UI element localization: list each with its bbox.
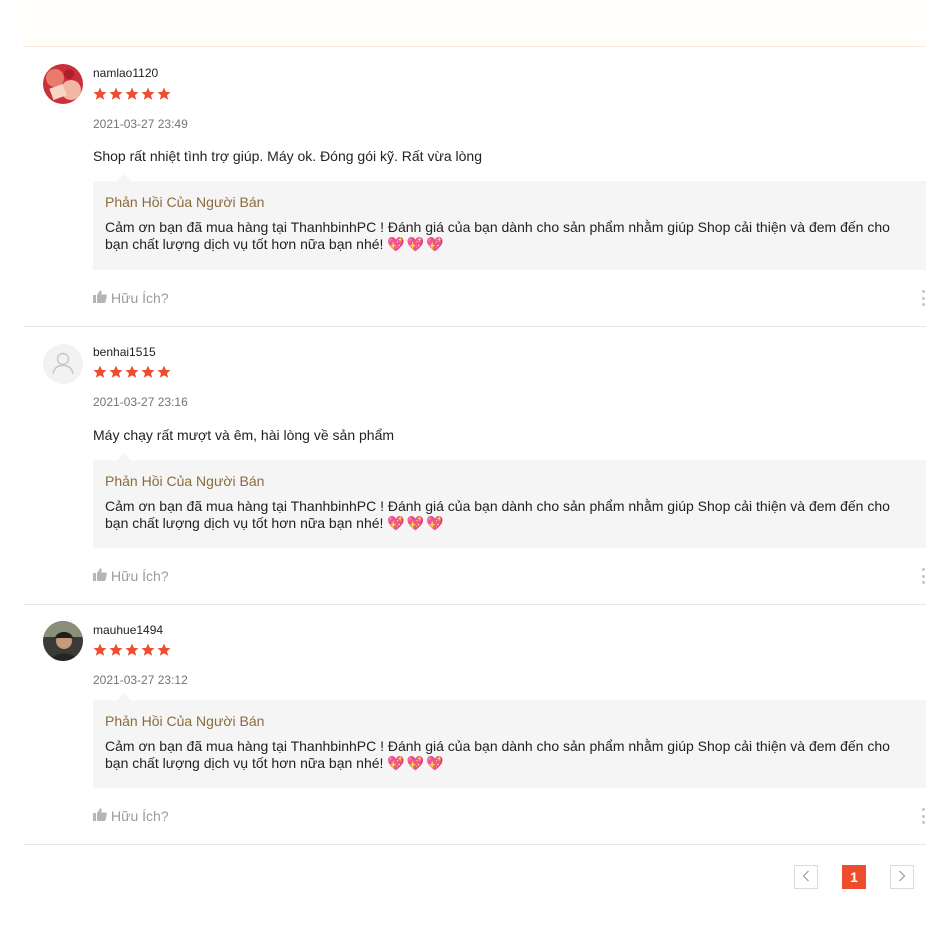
helpful-label: Hữu Ích? xyxy=(111,290,169,306)
seller-reply-title: Phản Hồi Của Người Bán xyxy=(105,473,265,489)
star-icon xyxy=(93,643,107,657)
pagination-next-button[interactable] xyxy=(890,865,914,889)
pagination-prev-button[interactable] xyxy=(794,865,818,889)
thumbs-up-icon xyxy=(93,290,107,306)
star-rating xyxy=(93,87,171,101)
heart-icon: 💖💖💖 xyxy=(387,236,446,252)
helpful-label: Hữu Ích? xyxy=(111,808,169,824)
more-options-icon[interactable] xyxy=(920,290,926,306)
seller-reply-body: Cảm ơn bạn đã mua hàng tại ThanhbinhPC !… xyxy=(105,498,890,531)
more-options-icon[interactable] xyxy=(920,568,926,584)
seller-reply-body: Cảm ơn bạn đã mua hàng tại ThanhbinhPC !… xyxy=(105,219,890,252)
helpful-label: Hữu Ích? xyxy=(111,568,169,584)
username[interactable]: mauhue1494 xyxy=(93,623,163,637)
review-timestamp: 2021-03-27 23:16 xyxy=(93,395,188,409)
thumbs-up-icon xyxy=(93,808,107,824)
review-comment: Shop rất nhiệt tình trợ giúp. Máy ok. Đó… xyxy=(93,148,482,164)
star-rating xyxy=(93,365,171,379)
seller-reply-text: Cảm ơn bạn đã mua hàng tại ThanhbinhPC !… xyxy=(105,738,914,772)
star-icon xyxy=(157,643,171,657)
previous-review-bottom-edge xyxy=(23,0,926,47)
seller-reply: Phản Hồi Của Người Bán Cảm ơn bạn đã mua… xyxy=(93,693,926,788)
star-icon xyxy=(109,365,123,379)
review-item: benhai1515 2021-03-27 23:16 Máy chạy rất… xyxy=(23,326,926,605)
star-icon xyxy=(93,365,107,379)
chevron-right-icon xyxy=(898,869,906,885)
review-item: mauhue1494 2021-03-27 23:12 Phản Hồi Của… xyxy=(23,604,926,845)
review-timestamp: 2021-03-27 23:49 xyxy=(93,117,188,131)
seller-reply-title: Phản Hồi Của Người Bán xyxy=(105,713,265,729)
pagination-page-button[interactable]: 1 xyxy=(842,865,866,889)
seller-reply-body: Cảm ơn bạn đã mua hàng tại ThanhbinhPC !… xyxy=(105,738,890,771)
star-icon xyxy=(125,87,139,101)
star-icon xyxy=(141,365,155,379)
star-icon xyxy=(109,87,123,101)
helpful-button[interactable]: Hữu Ích? xyxy=(93,808,169,824)
seller-reply-text: Cảm ơn bạn đã mua hàng tại ThanhbinhPC !… xyxy=(105,498,914,532)
chevron-left-icon xyxy=(802,869,810,885)
star-icon xyxy=(141,87,155,101)
username[interactable]: namlao1120 xyxy=(93,66,158,80)
star-icon xyxy=(141,643,155,657)
heart-icon: 💖💖💖 xyxy=(387,515,446,531)
star-icon xyxy=(125,365,139,379)
username[interactable]: benhai1515 xyxy=(93,345,156,359)
helpful-button[interactable]: Hữu Ích? xyxy=(93,568,169,584)
review-timestamp: 2021-03-27 23:12 xyxy=(93,673,188,687)
star-icon xyxy=(93,87,107,101)
star-icon xyxy=(157,87,171,101)
seller-reply-text: Cảm ơn bạn đã mua hàng tại ThanhbinhPC !… xyxy=(105,219,914,253)
star-icon xyxy=(157,365,171,379)
helpful-button[interactable]: Hữu Ích? xyxy=(93,290,169,306)
review-item: namlao1120 2021-03-27 23:49 Shop rất nhi… xyxy=(23,46,926,327)
avatar[interactable] xyxy=(43,64,83,104)
avatar[interactable] xyxy=(43,621,83,661)
star-icon xyxy=(109,643,123,657)
thumbs-up-icon xyxy=(93,568,107,584)
seller-reply: Phản Hồi Của Người Bán Cảm ơn bạn đã mua… xyxy=(93,453,926,548)
heart-icon: 💖💖💖 xyxy=(387,755,446,771)
avatar[interactable] xyxy=(43,344,83,384)
star-icon xyxy=(125,643,139,657)
more-options-icon[interactable] xyxy=(920,808,926,824)
review-comment: Máy chạy rất mượt và êm, hài lòng về sản… xyxy=(93,427,395,443)
seller-reply-title: Phản Hồi Của Người Bán xyxy=(105,194,265,210)
star-rating xyxy=(93,643,171,657)
seller-reply: Phản Hồi Của Người Bán Cảm ơn bạn đã mua… xyxy=(93,174,926,270)
